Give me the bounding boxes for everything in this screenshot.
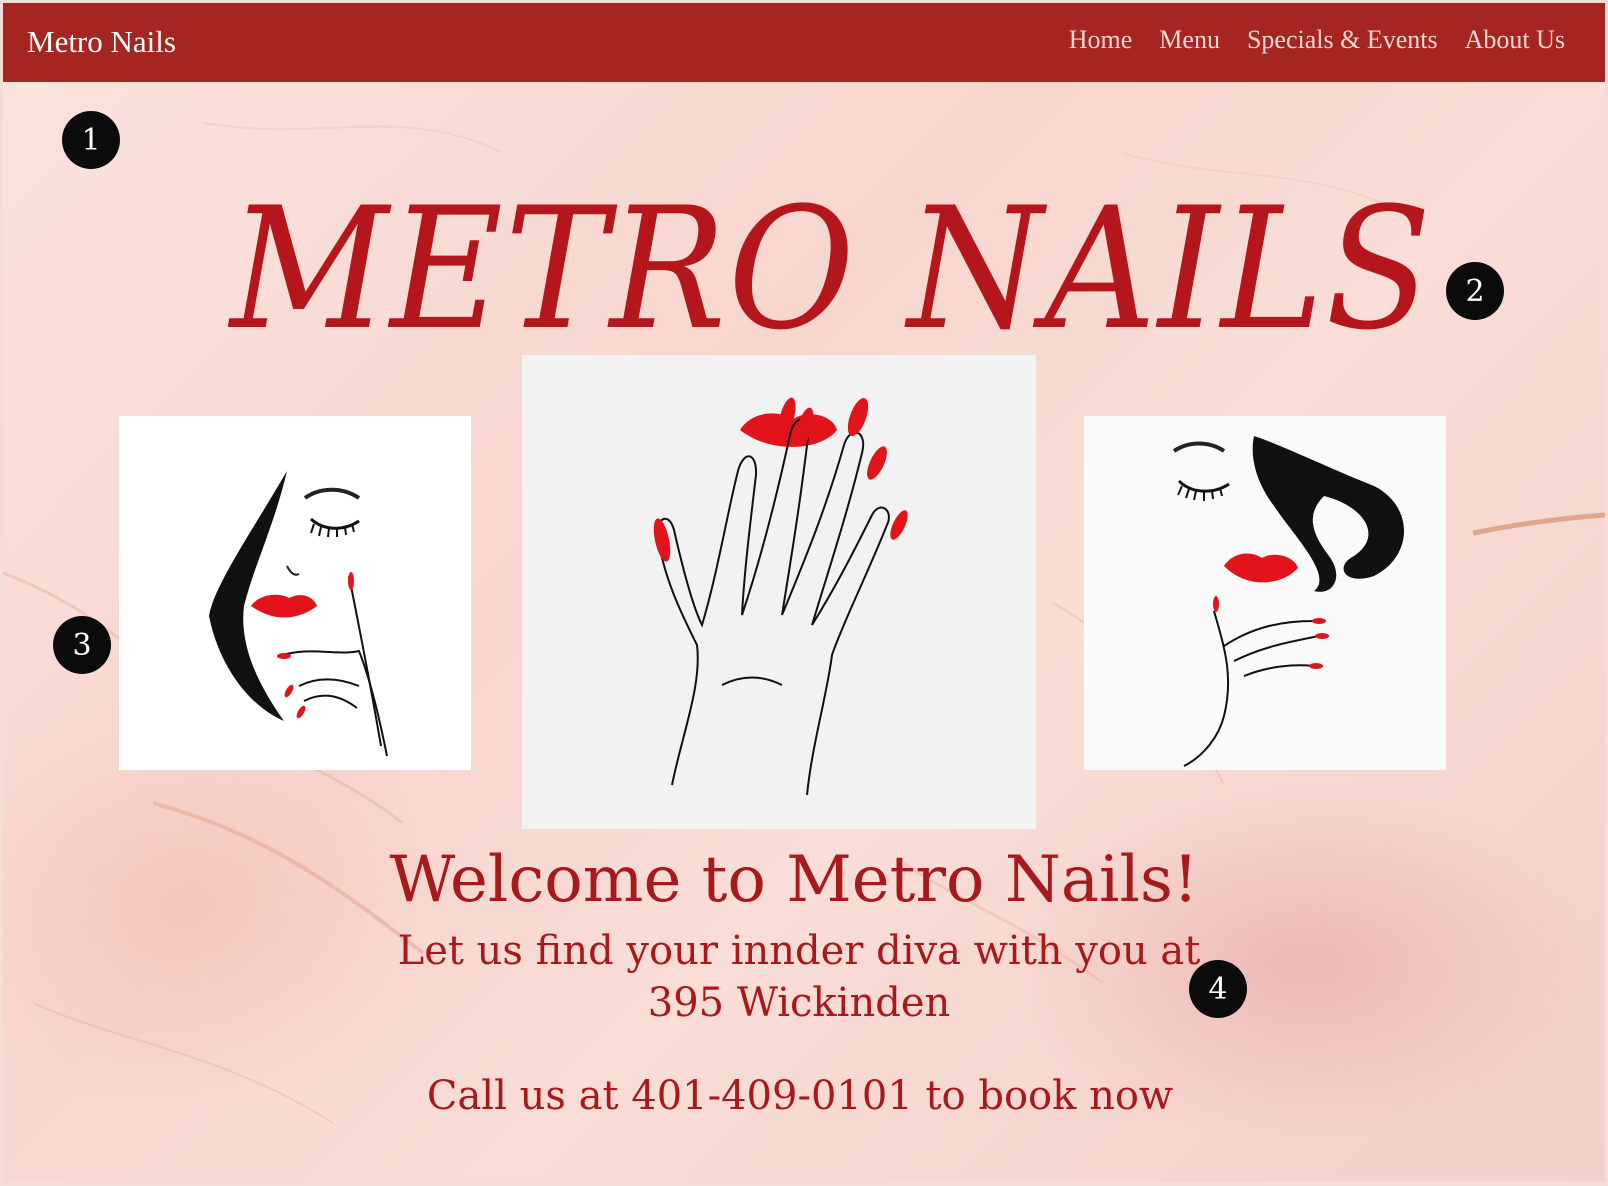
woman-face-hair-illustration xyxy=(1084,416,1446,770)
nav-specials-link[interactable]: Specials & Events xyxy=(1247,25,1438,55)
woman-face-hand-illustration xyxy=(119,416,471,770)
nav-links: Home Menu Specials & Events About Us xyxy=(1069,25,1565,55)
welcome-heading: Welcome to Metro Nails! xyxy=(389,843,1199,917)
hand-nails-icon xyxy=(522,355,1036,829)
page-background: Metro Nails Home Menu Specials & Events … xyxy=(3,3,1605,1181)
tagline-text: Let us find your innder diva with you at… xyxy=(3,925,1600,1029)
woman-hair-icon xyxy=(1084,416,1446,770)
nav-menu-link[interactable]: Menu xyxy=(1159,25,1220,55)
annotation-marker-1: 1 xyxy=(62,111,120,169)
brand-logo-link[interactable]: Metro Nails xyxy=(27,24,176,60)
hand-red-nails-illustration xyxy=(522,355,1036,829)
woman-face-icon xyxy=(119,416,471,770)
call-to-book-text: Call us at 401-409-0101 to book now xyxy=(426,1073,1174,1119)
annotation-marker-3: 3 xyxy=(53,616,111,674)
nav-home-link[interactable]: Home xyxy=(1069,25,1133,55)
tagline-line-1: Let us find your innder diva with you at xyxy=(397,928,1201,974)
tagline-line-2: 395 Wickinden xyxy=(647,980,951,1026)
hero-title: METRO NAILS xyxy=(230,171,1434,367)
top-navbar: Metro Nails Home Menu Specials & Events … xyxy=(3,3,1605,82)
nav-about-link[interactable]: About Us xyxy=(1465,25,1565,55)
